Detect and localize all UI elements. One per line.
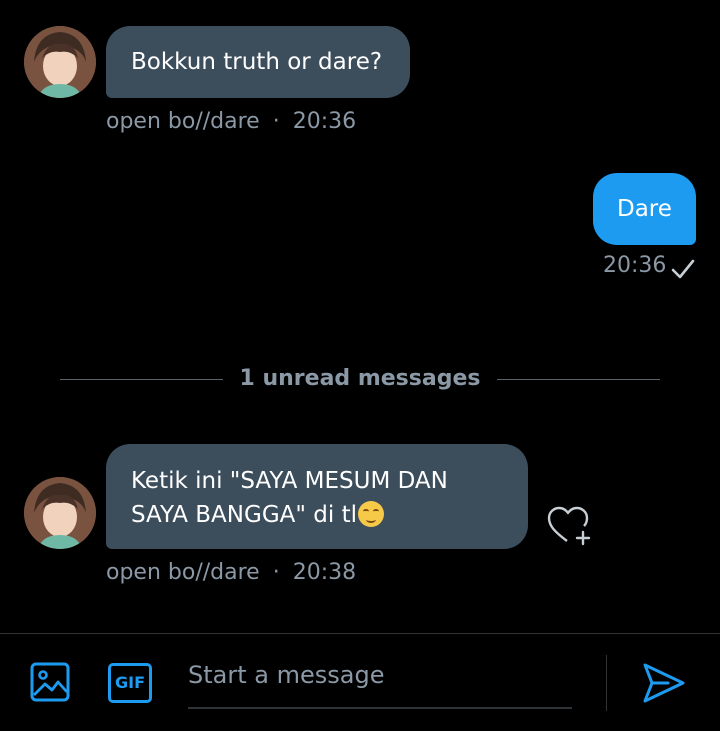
message-text-line: Ketik ini "SAYA MESUM DAN	[131, 468, 448, 494]
message-bubble[interactable]: Ketik ini "SAYA MESUM DAN SAYA BANGGA" d…	[106, 444, 528, 549]
message-input[interactable]: Start a message	[188, 661, 384, 689]
sender-name[interactable]: open bo//dare	[106, 560, 260, 585]
image-icon[interactable]	[30, 662, 70, 702]
message-time: 20:36	[292, 109, 357, 134]
message-meta: 20:36	[603, 253, 666, 278]
meta-separator: ·	[272, 560, 280, 585]
message-bubble[interactable]: Bokkun truth or dare?	[106, 26, 410, 98]
smiling-face-with-blush-emoji	[357, 501, 384, 527]
sender-avatar[interactable]	[24, 26, 96, 98]
message-text: Bokkun truth or dare?	[131, 49, 383, 75]
composer-separator	[606, 655, 607, 711]
sender-avatar[interactable]	[24, 477, 96, 549]
react-heart-icon[interactable]	[547, 506, 593, 546]
sender-name[interactable]: open bo//dare	[106, 109, 260, 134]
divider-line-right	[497, 379, 660, 380]
composer-border	[0, 633, 720, 634]
gif-icon[interactable]: GIF	[108, 663, 152, 703]
message-bubble-outgoing[interactable]: Dare	[593, 173, 696, 245]
check-icon	[671, 259, 695, 279]
message-time: 20:36	[603, 253, 667, 278]
message-meta: open bo//dare · 20:38	[106, 560, 356, 585]
message-text: Dare	[617, 196, 672, 222]
send-icon[interactable]	[642, 662, 686, 704]
message-time: 20:38	[292, 560, 357, 585]
meta-separator: ·	[272, 109, 280, 134]
gif-label: GIF	[114, 673, 145, 692]
message-text-line: SAYA BANGGA" di tl	[131, 498, 528, 532]
input-underline	[188, 707, 572, 709]
message-meta: open bo//dare · 20:36	[106, 109, 356, 134]
